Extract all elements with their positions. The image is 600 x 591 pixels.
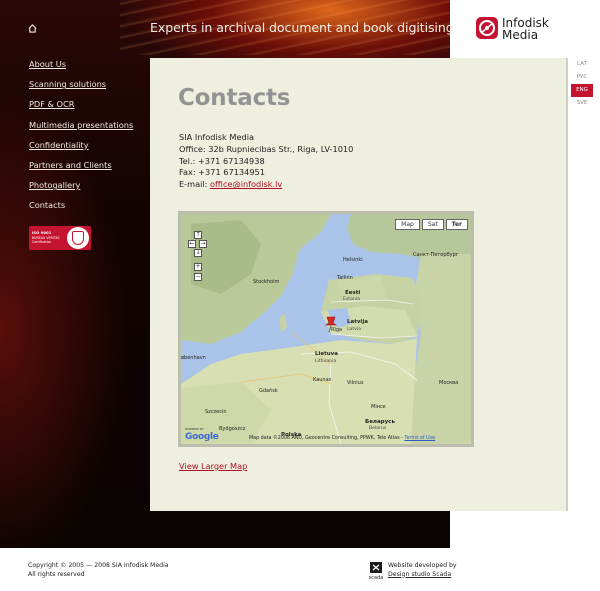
map-pan-left-button[interactable]: ← bbox=[188, 240, 196, 248]
map-label-szczecin: Szczecin bbox=[205, 409, 227, 415]
map-label-spb: Санкт-Петербург bbox=[413, 252, 459, 258]
map-type-sat-button[interactable]: Sat bbox=[421, 219, 444, 230]
company-name: SIA Infodisk Media bbox=[179, 132, 254, 142]
nav-photogallery[interactable]: Photogallery bbox=[29, 179, 133, 199]
map-terms-link[interactable]: Terms of Use bbox=[404, 436, 435, 441]
lang-lat[interactable]: LAT bbox=[571, 58, 593, 71]
nav-about-us[interactable]: About Us bbox=[29, 58, 133, 78]
company-logo[interactable]: Infodisk Media bbox=[476, 17, 586, 47]
page-title: Contacts bbox=[178, 85, 291, 111]
bureau-veritas-seal-icon bbox=[67, 227, 89, 249]
map-marker-pin-icon[interactable] bbox=[324, 315, 338, 333]
map-label-estonia: Estonia bbox=[343, 297, 360, 302]
map-label-helsinki: Helsinki bbox=[343, 257, 363, 263]
copyright-line2: All rights reserved bbox=[28, 570, 85, 578]
map-label-lithuania: Lithuania bbox=[315, 359, 337, 364]
map-pan-up-button[interactable]: ↑ bbox=[194, 231, 202, 239]
google-logo[interactable]: Google bbox=[185, 432, 219, 442]
map-label-kaunas: Kaunas bbox=[313, 377, 332, 383]
map-pan-down-button[interactable]: ↓ bbox=[194, 249, 202, 257]
scada-logo-icon[interactable]: scada bbox=[368, 562, 384, 580]
language-switcher: LAT PУС ENG SVE bbox=[571, 58, 597, 110]
map-label-belarus-en: Belarus bbox=[369, 426, 387, 431]
fax-number: Fax: +371 67134951 bbox=[179, 167, 265, 178]
home-icon[interactable] bbox=[28, 24, 37, 33]
developer-link[interactable]: Design studio Scada bbox=[388, 571, 451, 578]
nav-contacts[interactable]: Contacts bbox=[29, 199, 133, 219]
nav-pdf-ocr[interactable]: PDF & OCR bbox=[29, 98, 133, 118]
map-label-belarus: Беларусь bbox=[365, 419, 395, 425]
nav-partners-clients[interactable]: Partners and Clients bbox=[29, 159, 133, 179]
map-credit: Map data ©2008 AND, Geocentre Consulting… bbox=[249, 436, 435, 441]
map-type-map-button[interactable]: Map bbox=[395, 219, 420, 230]
map-type-selector: Map Sat Ter bbox=[393, 219, 468, 230]
main-nav: About Us Scanning solutions PDF & OCR Mu… bbox=[29, 58, 133, 220]
map-label-tallinn: Tallinn bbox=[337, 275, 353, 281]
cert-iso-label: ISO 9001 bbox=[32, 230, 52, 235]
map-credit-text: Map data ©2008 AND, Geocentre Consulting… bbox=[249, 436, 403, 441]
content-panel: Contacts SIA Infodisk Media Office: 32b … bbox=[150, 58, 568, 511]
cert-body-label: BUREAU VERITAS Certification bbox=[32, 236, 60, 244]
map-zoom-out-button[interactable]: − bbox=[194, 273, 202, 281]
logo-text-line2: Media bbox=[502, 28, 539, 42]
map-label-minsk: Мінск bbox=[371, 404, 386, 410]
contact-details: SIA Infodisk Media Office: 32b Rupniecib… bbox=[179, 132, 353, 191]
footer-copyright: Copyright © 2005 — 2008 SIA Infodisk Med… bbox=[28, 562, 169, 579]
map-label-latvija: Latvija bbox=[347, 319, 368, 325]
footer-developer: Website developed by Design studio Scada bbox=[388, 562, 457, 579]
email-link[interactable]: office@infodisk.lv bbox=[210, 179, 282, 189]
map-label-bydgoszcz: Bydgoszcz bbox=[219, 426, 246, 432]
map-type-ter-button[interactable]: Ter bbox=[445, 219, 468, 230]
map-pan-right-button[interactable]: → bbox=[199, 240, 207, 248]
map-label-stockholm: Stockholm bbox=[253, 279, 280, 285]
map-powered-by: POWERED BY bbox=[185, 427, 204, 431]
nav-confidentiality[interactable]: Confidentiality bbox=[29, 139, 133, 159]
map-label-kobenhavn: øbenhavn bbox=[181, 355, 206, 361]
map-label-eesti: Eesti bbox=[345, 290, 361, 296]
lang-rus[interactable]: PУС bbox=[571, 71, 593, 84]
google-map[interactable]: ↑ ← → ↓ + − Map Sat Ter Helsinki Санкт-П… bbox=[178, 211, 474, 447]
nav-scanning-solutions[interactable]: Scanning solutions bbox=[29, 78, 133, 98]
email-row: E-mail: office@infodisk.lv bbox=[179, 179, 353, 191]
iso-certificate-badge[interactable]: ISO 9001 BUREAU VERITAS Certification bbox=[29, 226, 91, 250]
map-zoom-in-button[interactable]: + bbox=[194, 263, 202, 271]
lang-sve[interactable]: SVE bbox=[571, 97, 593, 110]
map-label-moskva: Москва bbox=[439, 380, 459, 386]
office-address: Office: 32b Rupniecibas Str., Riga, LV-1… bbox=[179, 143, 354, 154]
lang-eng[interactable]: ENG bbox=[571, 84, 593, 97]
view-larger-map-link[interactable]: View Larger Map bbox=[179, 461, 247, 471]
logo-disk-icon bbox=[476, 17, 498, 39]
email-label: E-mail: bbox=[179, 179, 208, 190]
page: Experts in archival document and book di… bbox=[0, 0, 600, 591]
scada-label: scada bbox=[369, 575, 384, 580]
site-tagline: Experts in archival document and book di… bbox=[150, 20, 454, 35]
map-label-gdansk: Gdańsk bbox=[259, 388, 278, 394]
copyright-line1: Copyright © 2005 — 2008 SIA Infodisk Med… bbox=[28, 562, 169, 569]
nav-multimedia-presentations[interactable]: Multimedia presentations bbox=[29, 119, 133, 139]
map-label-latvia: Latvia bbox=[347, 327, 361, 332]
developer-label: Website developed by bbox=[388, 562, 457, 569]
phone-number: Tel.: +371 67134938 bbox=[179, 155, 265, 166]
map-label-vilnius: Vilnius bbox=[347, 380, 364, 386]
map-label-lietuva: Lietuva bbox=[315, 351, 338, 357]
